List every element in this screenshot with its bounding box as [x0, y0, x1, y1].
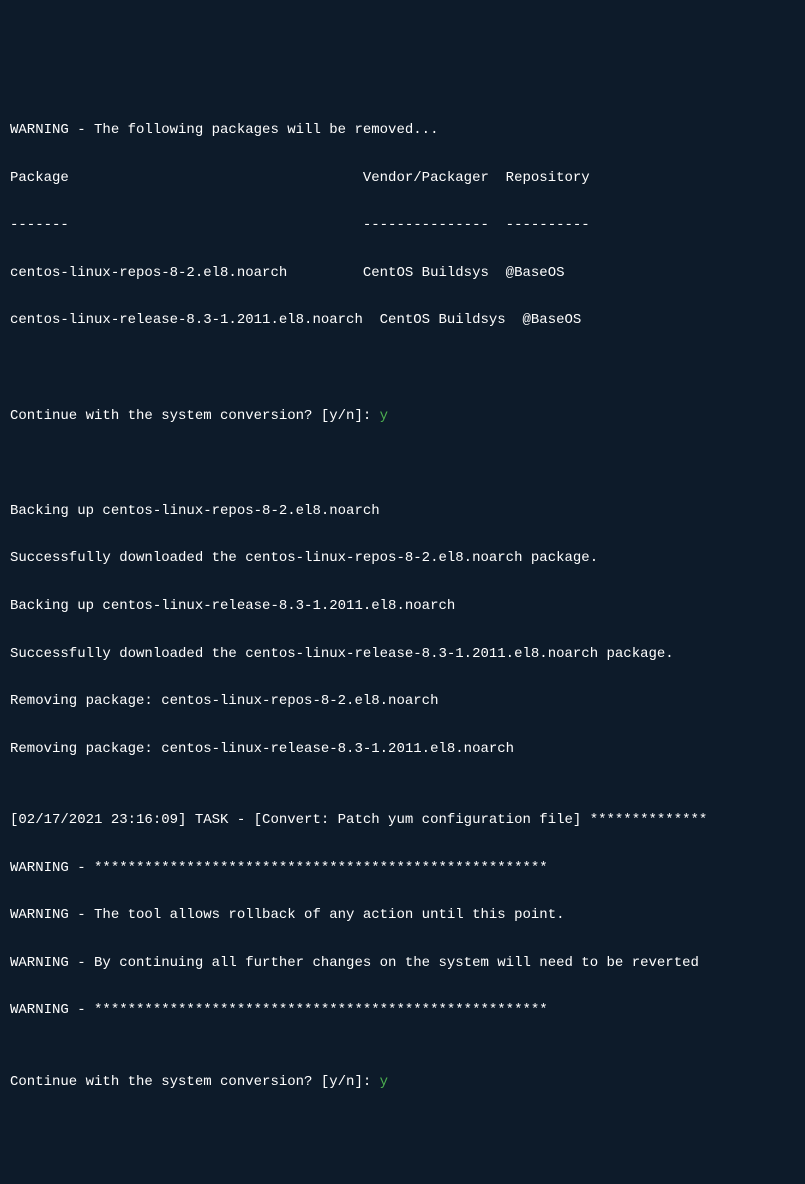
user-input-y[interactable]: y	[380, 1074, 388, 1090]
prompt-continue-2: Continue with the system conversion? [y/…	[10, 1071, 795, 1095]
terminal-output: WARNING - The following packages will be…	[0, 95, 805, 1118]
prompt-continue-1: Continue with the system conversion? [y/…	[10, 405, 795, 429]
download-success-2: Successfully downloaded the centos-linux…	[10, 643, 795, 667]
download-success-1: Successfully downloaded the centos-linux…	[10, 547, 795, 571]
package-table-divider: ------- --------------- ----------	[10, 214, 795, 238]
package-row-1: centos-linux-repos-8-2.el8.noarch CentOS…	[10, 262, 795, 286]
warning-revert: WARNING - By continuing all further chan…	[10, 952, 795, 976]
warning-divider-1: WARNING - ******************************…	[10, 857, 795, 881]
user-input-y[interactable]: y	[380, 408, 388, 424]
prompt-text: Continue with the system conversion? [y/…	[10, 408, 380, 424]
removing-package-2: Removing package: centos-linux-release-8…	[10, 738, 795, 762]
package-table-header: Package Vendor/Packager Repository	[10, 167, 795, 191]
warning-rollback: WARNING - The tool allows rollback of an…	[10, 904, 795, 928]
warning-removed-header: WARNING - The following packages will be…	[10, 119, 795, 143]
removing-package-1: Removing package: centos-linux-repos-8-2…	[10, 690, 795, 714]
task-header: [02/17/2021 23:16:09] TASK - [Convert: P…	[10, 809, 795, 833]
backup-line-1: Backing up centos-linux-repos-8-2.el8.no…	[10, 500, 795, 524]
backup-line-2: Backing up centos-linux-release-8.3-1.20…	[10, 595, 795, 619]
warning-divider-2: WARNING - ******************************…	[10, 999, 795, 1023]
prompt-text: Continue with the system conversion? [y/…	[10, 1074, 380, 1090]
package-row-2: centos-linux-release-8.3-1.2011.el8.noar…	[10, 309, 795, 333]
